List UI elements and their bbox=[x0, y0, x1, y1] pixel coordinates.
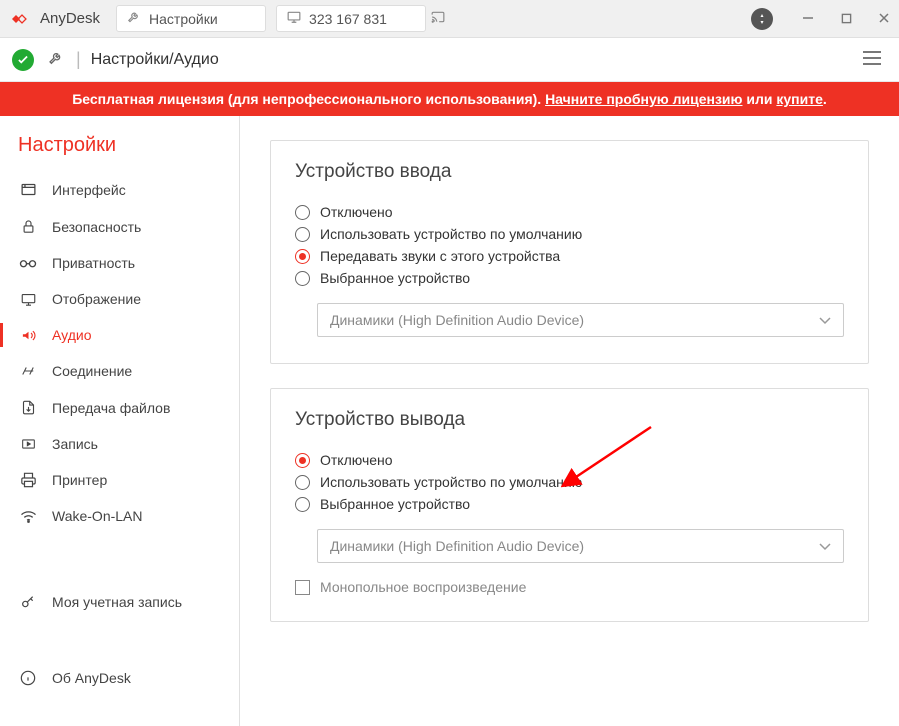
radio-input-transmit[interactable]: Передавать звуки с этого устройства bbox=[295, 245, 844, 267]
sidebar-title: Настройки bbox=[0, 130, 239, 171]
radio-label: Использовать устройство по умолчанию bbox=[320, 474, 582, 490]
sidebar-item-label: Об AnyDesk bbox=[52, 670, 131, 686]
filetransfer-icon bbox=[18, 399, 38, 416]
lock-icon bbox=[18, 218, 38, 235]
printer-icon bbox=[18, 472, 38, 488]
sidebar-item-label: Соединение bbox=[52, 363, 132, 379]
sidebar-item-label: Интерфейс bbox=[52, 182, 126, 198]
sidebar-item-label: Запись bbox=[52, 436, 98, 452]
breadcrumb: Настройки/Аудио bbox=[91, 51, 219, 69]
chevron-down-icon bbox=[819, 312, 831, 328]
card-title: Устройство ввода bbox=[295, 161, 844, 183]
sidebar: Настройки Интерфейс Безопасность Приватн… bbox=[0, 116, 240, 726]
sidebar-item-printer[interactable]: Принтер bbox=[0, 462, 239, 498]
anydesk-logo-icon bbox=[8, 7, 32, 31]
interface-icon bbox=[18, 181, 38, 198]
radio-label: Отключено bbox=[320, 452, 393, 468]
banner-or: или bbox=[746, 91, 772, 107]
sidebar-item-label: Аудио bbox=[52, 327, 92, 343]
checkbox-icon bbox=[295, 580, 310, 595]
select-value: Динамики (High Definition Audio Device) bbox=[330, 538, 584, 554]
monitor-icon bbox=[18, 292, 38, 307]
wifi-icon bbox=[18, 509, 38, 523]
titlebar: AnyDesk Настройки 323 167 831 bbox=[0, 0, 899, 38]
sidebar-item-wol[interactable]: Wake-On-LAN bbox=[0, 498, 239, 534]
radio-label: Отключено bbox=[320, 204, 393, 220]
radio-label: Выбранное устройство bbox=[320, 270, 470, 286]
maximize-button[interactable] bbox=[839, 12, 853, 26]
sidebar-item-record[interactable]: Запись bbox=[0, 426, 239, 462]
sidebar-item-label: Wake-On-LAN bbox=[52, 508, 143, 524]
input-device-select[interactable]: Динамики (High Definition Audio Device) bbox=[317, 303, 844, 337]
wrench-icon bbox=[127, 10, 141, 27]
cast-icon[interactable] bbox=[430, 10, 446, 27]
link-icon bbox=[18, 364, 38, 378]
sidebar-item-account[interactable]: Моя учетная запись bbox=[0, 584, 239, 620]
banner-text: Бесплатная лицензия (для непрофессиональ… bbox=[72, 91, 541, 107]
app-name: AnyDesk bbox=[40, 10, 100, 27]
info-icon bbox=[18, 670, 38, 686]
audio-icon bbox=[18, 328, 38, 343]
banner-link-buy[interactable]: купите bbox=[776, 91, 823, 107]
hamburger-menu-icon[interactable] bbox=[863, 51, 881, 68]
exclusive-playback-checkbox[interactable]: Монопольное воспроизведение bbox=[295, 579, 844, 595]
wrench-icon bbox=[48, 50, 64, 69]
sidebar-item-label: Моя учетная запись bbox=[52, 594, 182, 610]
sidebar-item-about[interactable]: Об AnyDesk bbox=[0, 660, 239, 696]
sidebar-item-label: Приватность bbox=[52, 255, 135, 271]
sidebar-item-label: Передача файлов bbox=[52, 400, 170, 416]
output-device-card: Устройство вывода Отключено Использовать… bbox=[270, 388, 869, 622]
output-device-select[interactable]: Динамики (High Definition Audio Device) bbox=[317, 529, 844, 563]
sidebar-item-security[interactable]: Безопасность bbox=[0, 208, 239, 245]
radio-label: Передавать звуки с этого устройства bbox=[320, 248, 560, 264]
license-banner: Бесплатная лицензия (для непрофессиональ… bbox=[0, 82, 899, 116]
banner-link-trial[interactable]: Начните пробную лицензию bbox=[545, 91, 742, 107]
sidebar-item-label: Принтер bbox=[52, 472, 107, 488]
status-badge-icon[interactable] bbox=[751, 8, 773, 30]
sidebar-item-filetransfer[interactable]: Передача файлов bbox=[0, 389, 239, 426]
tab-session[interactable]: 323 167 831 bbox=[276, 5, 426, 32]
tab-settings[interactable]: Настройки bbox=[116, 5, 266, 32]
input-device-card: Устройство ввода Отключено Использовать … bbox=[270, 140, 869, 364]
sidebar-item-display[interactable]: Отображение bbox=[0, 281, 239, 317]
status-ok-icon bbox=[12, 49, 34, 71]
record-icon bbox=[18, 437, 38, 451]
sidebar-item-audio[interactable]: Аудио bbox=[0, 317, 239, 353]
tab-label: 323 167 831 bbox=[309, 11, 387, 27]
tab-label: Настройки bbox=[149, 11, 218, 27]
radio-output-selected[interactable]: Выбранное устройство bbox=[295, 493, 844, 515]
radio-output-disabled[interactable]: Отключено bbox=[295, 449, 844, 471]
radio-input-disabled[interactable]: Отключено bbox=[295, 201, 844, 223]
radio-label: Выбранное устройство bbox=[320, 496, 470, 512]
monitor-icon bbox=[287, 10, 301, 27]
sidebar-item-privacy[interactable]: Приватность bbox=[0, 245, 239, 281]
radio-input-selected[interactable]: Выбранное устройство bbox=[295, 267, 844, 289]
sidebar-item-label: Отображение bbox=[52, 291, 141, 307]
radio-output-default[interactable]: Использовать устройство по умолчанию bbox=[295, 471, 844, 493]
toolbar: | Настройки/Аудио bbox=[0, 38, 899, 82]
sidebar-item-label: Безопасность bbox=[52, 219, 141, 235]
card-title: Устройство вывода bbox=[295, 409, 844, 431]
chevron-down-icon bbox=[819, 538, 831, 554]
radio-input-default[interactable]: Использовать устройство по умолчанию bbox=[295, 223, 844, 245]
sidebar-item-connection[interactable]: Соединение bbox=[0, 353, 239, 389]
checkbox-label: Монопольное воспроизведение bbox=[320, 579, 526, 595]
radio-label: Использовать устройство по умолчанию bbox=[320, 226, 582, 242]
select-value: Динамики (High Definition Audio Device) bbox=[330, 312, 584, 328]
close-button[interactable] bbox=[877, 12, 891, 26]
content: Устройство ввода Отключено Использовать … bbox=[240, 116, 899, 726]
minimize-button[interactable] bbox=[801, 12, 815, 26]
sidebar-item-interface[interactable]: Интерфейс bbox=[0, 171, 239, 208]
glasses-icon bbox=[18, 257, 38, 269]
key-icon bbox=[18, 594, 38, 610]
